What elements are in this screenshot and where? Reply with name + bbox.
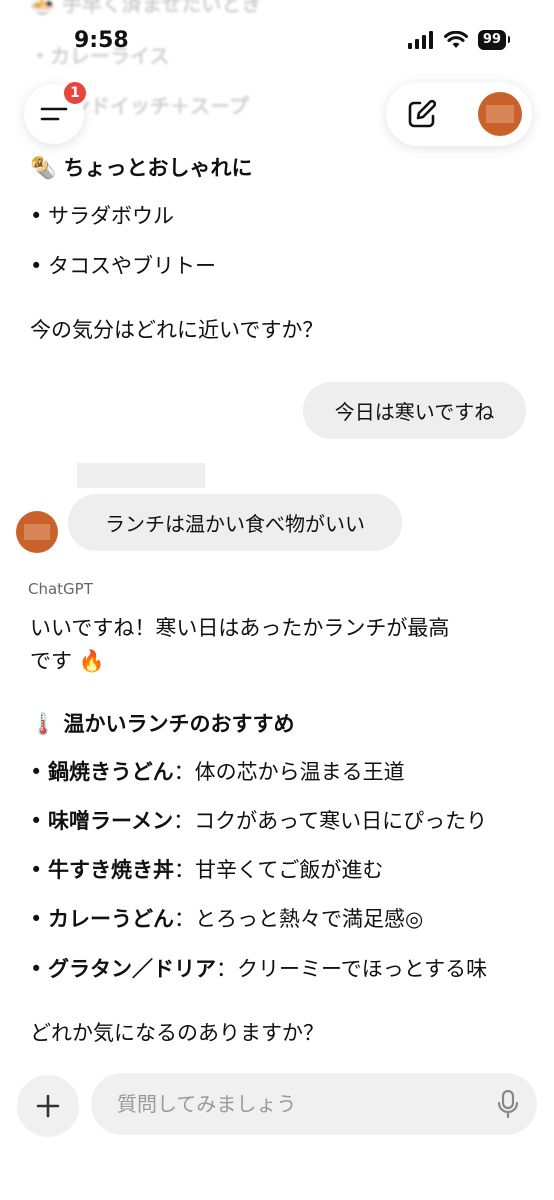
item-name: カレーうどん: [48, 907, 174, 931]
item-desc: ：甘辛くてご飯が進む: [174, 858, 384, 882]
status-icons: 99: [407, 30, 511, 50]
item-name: 牛すき焼き丼: [48, 858, 174, 882]
notification-badge: 1: [62, 80, 88, 106]
faded-heading: 🍜 手早く済ませたいとき: [30, 0, 262, 16]
list-item: • 牛すき焼き丼：甘辛くてご飯が進む: [30, 858, 384, 882]
user-message-bubble[interactable]: ランチは温かい食べ物がいい: [68, 494, 402, 551]
avatar-redaction: [24, 524, 50, 540]
section-heading: 🌡️ 温かいランチのおすすめ: [30, 708, 294, 738]
list-item: • カレーうどん：とろっと熱々で満足感◎: [30, 907, 424, 931]
attach-button[interactable]: [17, 1075, 79, 1137]
avatar-redaction: [486, 105, 514, 123]
burrito-icon: 🌯: [30, 156, 57, 180]
section-heading-text: ちょっとおしゃれに: [63, 156, 253, 180]
list-item-text: タコスやブリトー: [48, 254, 216, 278]
item-name: 味噌ラーメン: [48, 809, 174, 833]
item-name: グラタン／ドリア: [48, 957, 216, 981]
item-desc: ：クリーミーでほっとする味: [216, 957, 488, 981]
question-text: 今の気分はどれに近いですか？: [30, 318, 324, 342]
assistant-intro-line2: です 🔥: [30, 645, 105, 675]
fire-icon: 🔥: [78, 649, 105, 673]
item-name: 鍋焼きうどん: [48, 760, 174, 784]
assistant-intro-line1: いいですね！寒い日はあったかランチが最高: [30, 616, 450, 640]
new-chat-button[interactable]: [400, 92, 444, 136]
list-item: • グラタン／ドリア：クリーミーでほっとする味: [30, 957, 488, 981]
edit-icon: [408, 99, 437, 128]
status-time: 9:58: [74, 28, 129, 53]
assistant-closing: どれか気になるのありますか？: [30, 1021, 324, 1045]
list-item: • サラダボウル: [30, 204, 174, 228]
list-item-text: サラダボウル: [48, 204, 174, 228]
list-item: • 鍋焼きうどん：体の芯から温まる王道: [30, 760, 405, 784]
message-composer: [91, 1073, 537, 1135]
redacted-username: [77, 463, 205, 488]
item-desc: ：体の芯から温まる王道: [173, 760, 405, 784]
list-item: • タコスやブリトー: [30, 254, 216, 278]
section-heading-text: 温かいランチのおすすめ: [63, 712, 295, 736]
plus-icon: [36, 1094, 60, 1118]
user-avatar: [16, 511, 58, 553]
signal-icon: [407, 31, 433, 49]
item-desc: ：コクがあって寒い日にぴったり: [173, 809, 488, 833]
wifi-icon: [443, 31, 468, 48]
profile-avatar[interactable]: [478, 92, 522, 136]
assistant-label: ChatGPT: [28, 580, 93, 598]
battery-indicator: 99: [477, 30, 511, 50]
microphone-icon[interactable]: [497, 1090, 519, 1118]
user-message-bubble[interactable]: 今日は寒いですね: [303, 382, 526, 439]
menu-icon: [40, 107, 68, 121]
section-heading: 🌯 ちょっとおしゃれに: [30, 152, 252, 182]
message-input[interactable]: [115, 1091, 479, 1117]
list-item: • 味噌ラーメン：コクがあって寒い日にぴったり: [30, 809, 488, 833]
assistant-intro-text: です: [30, 649, 72, 673]
thermometer-icon: 🌡️: [30, 712, 57, 736]
item-desc: ：とろっと熱々で満足感◎: [174, 907, 424, 931]
